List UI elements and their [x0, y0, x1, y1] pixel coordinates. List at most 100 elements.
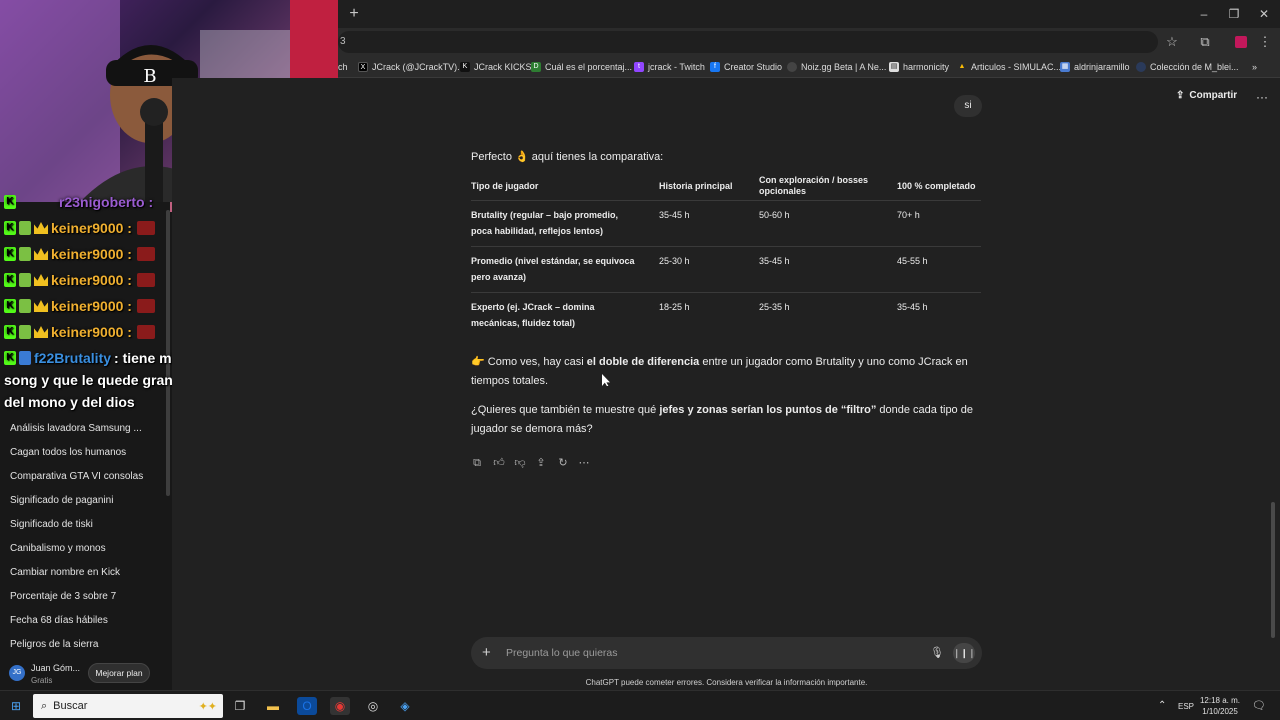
user-message-bubble: si — [954, 95, 982, 117]
regenerate-icon[interactable]: ↻ — [556, 456, 570, 470]
collection-icon — [1136, 62, 1146, 72]
stream-chat-line: K keiner9000 : — [4, 296, 155, 316]
chat-history-item[interactable]: Cambiar nombre en Kick — [10, 567, 120, 578]
gift-badge-icon — [19, 221, 31, 235]
bookmark-item[interactable]: K JCrack KICKS — [460, 60, 532, 74]
bookmark-item[interactable]: ch — [338, 60, 348, 74]
chrome-icon[interactable]: ◉ — [330, 697, 350, 715]
bookmark-item[interactable]: Colección de M_blei... — [1136, 60, 1239, 74]
page-icon: ▤ — [889, 62, 899, 72]
new-tab-button[interactable]: + — [346, 5, 362, 23]
crown-badge-icon — [34, 222, 48, 234]
user-avatar[interactable]: JG — [9, 665, 25, 681]
site-icon: ▦ — [1060, 62, 1070, 72]
facebook-icon: f — [710, 62, 720, 72]
chat-history-item[interactable]: Comparativa GTA VI consolas — [10, 471, 143, 482]
outlook-icon[interactable]: O — [297, 697, 317, 715]
emote-icon — [136, 221, 155, 235]
system-clock[interactable]: 12:18 a. m. 1/10/2025 — [1198, 695, 1242, 717]
table-header: Con exploración / bosses opcionales — [759, 175, 869, 196]
emote-icon — [136, 247, 155, 261]
copy-icon[interactable]: ⧉ — [470, 456, 484, 470]
thumbs-down-icon[interactable]: 👎︎ — [513, 456, 527, 470]
kick-icon: K — [460, 62, 470, 72]
table-divider — [471, 246, 981, 247]
crown-badge-icon — [34, 248, 48, 260]
share-button[interactable]: ⇪ Compartir — [1176, 90, 1237, 101]
bookmark-item[interactable]: D Cuál es el porcentaj... — [531, 60, 632, 74]
bookmark-item[interactable]: ▤ harmonicity — [889, 60, 949, 74]
bookmark-item[interactable]: X JCrack (@JCrackTV)... — [358, 60, 465, 74]
profile-icon[interactable] — [1232, 33, 1250, 51]
search-icon: ⌕ — [41, 699, 48, 712]
table-cell: 18-25 h — [659, 302, 690, 312]
bookmark-item[interactable]: ▲ Articulos - SIMULAC... — [957, 60, 1062, 74]
stream-chat-line: K keiner9000 : — [4, 322, 155, 342]
stream-chat-line: K keiner9000 : — [4, 270, 155, 290]
kick-badge-icon: K — [4, 299, 16, 313]
bookmarks-overflow-button[interactable]: » — [1252, 60, 1257, 74]
more-options-button[interactable]: ··· — [1256, 90, 1268, 104]
table-divider — [471, 200, 981, 201]
chat-history-item[interactable]: Cagan todos los humanos — [10, 447, 126, 458]
bookmark-item[interactable]: Noiz.gg Beta | A Ne... — [787, 60, 886, 74]
table-cell: 25-35 h — [759, 302, 790, 312]
bookmark-item[interactable]: f Creator Studio — [710, 60, 782, 74]
chat-history-item[interactable]: Significado de paganini — [10, 495, 113, 506]
chat-history-item[interactable]: Significado de tiski — [10, 519, 93, 530]
file-explorer-icon[interactable]: ▬ — [263, 697, 283, 715]
voice-mode-icon[interactable]: ❘❙❘ — [953, 643, 976, 663]
more-actions-icon[interactable]: ⋯ — [577, 456, 591, 470]
add-attachment-icon[interactable]: + — [482, 645, 491, 661]
table-cell: 50-60 h — [759, 210, 790, 220]
address-field[interactable]: 3 — [338, 31, 1158, 53]
windows-start-icon[interactable]: ⊞ — [6, 697, 26, 715]
user-name[interactable]: Juan Góm... — [31, 663, 80, 673]
table-cell: Promedio (nivel estándar, se equivoca pe… — [471, 256, 635, 282]
bookmark-item[interactable]: t jcrack - Twitch — [634, 60, 705, 74]
table-cell: 35-45 h — [897, 302, 928, 312]
language-indicator[interactable]: ESP — [1178, 702, 1194, 711]
kick-badge-icon: K — [4, 247, 16, 261]
notifications-icon[interactable]: 🗨︎ — [1252, 699, 1266, 712]
emote-icon — [136, 325, 155, 339]
chat-history-item[interactable]: Porcentaje de 3 sobre 7 — [10, 591, 116, 602]
svg-text:B: B — [143, 66, 156, 87]
prompt-input[interactable] — [506, 647, 906, 659]
sub-badge-icon — [19, 351, 31, 365]
microphone-icon[interactable]: 🎙︎ — [930, 646, 944, 659]
share-message-icon[interactable]: ⇪ — [534, 456, 548, 470]
upgrade-plan-button[interactable]: Mejorar plan — [88, 663, 150, 683]
twitch-icon: t — [634, 62, 644, 72]
task-view-icon[interactable]: ❐ — [230, 697, 250, 715]
gift-badge-icon — [19, 273, 31, 287]
bookmark-star-icon[interactable]: ☆ — [1163, 33, 1181, 51]
thumbs-up-icon[interactable]: 👍︎ — [492, 456, 506, 470]
stream-chat-message-cont: del mono y del dios — [4, 394, 135, 410]
kick-badge-icon: K — [4, 221, 16, 235]
emote-icon — [136, 273, 155, 287]
chat-history-item[interactable]: Peligros de la sierra — [10, 639, 98, 650]
browser-menu-icon[interactable]: ⋮ — [1256, 33, 1274, 51]
app-icon[interactable]: ◎ — [363, 697, 383, 715]
tray-chevron-icon[interactable]: ⌃ — [1158, 700, 1166, 711]
chat-history-item[interactable]: Análisis lavadora Samsung ... — [10, 423, 142, 434]
close-window-button[interactable]: ✕ — [1254, 5, 1274, 23]
minimize-button[interactable]: – — [1194, 5, 1214, 23]
crown-badge-icon — [34, 274, 48, 286]
kick-badge-icon: K — [4, 351, 16, 365]
stream-chat-line: K keiner9000 : — [4, 218, 155, 238]
steam-icon[interactable]: ◈ — [395, 697, 415, 715]
chat-history-item[interactable]: Fecha 68 días hábiles — [10, 615, 108, 626]
gift-badge-icon — [19, 299, 31, 313]
restore-button[interactable]: ❐ — [1224, 5, 1244, 23]
chat-history-item[interactable]: Canibalismo y monos — [10, 543, 106, 554]
assistant-intro-text: Perfecto 👌 aquí tienes la comparativa: — [471, 151, 664, 163]
disclaimer-text: ChatGPT puede cometer errores. Considera… — [585, 678, 868, 687]
gift-badge-icon — [19, 325, 31, 339]
bookmark-item[interactable]: ▦ aldrinjaramillo — [1060, 60, 1130, 74]
table-header: Historia principal — [659, 180, 733, 191]
main-scrollbar[interactable] — [1271, 502, 1275, 638]
taskbar-search[interactable]: ⌕ Buscar ✦✦ — [33, 694, 223, 718]
extensions-icon[interactable]: ⧉ — [1196, 33, 1214, 51]
